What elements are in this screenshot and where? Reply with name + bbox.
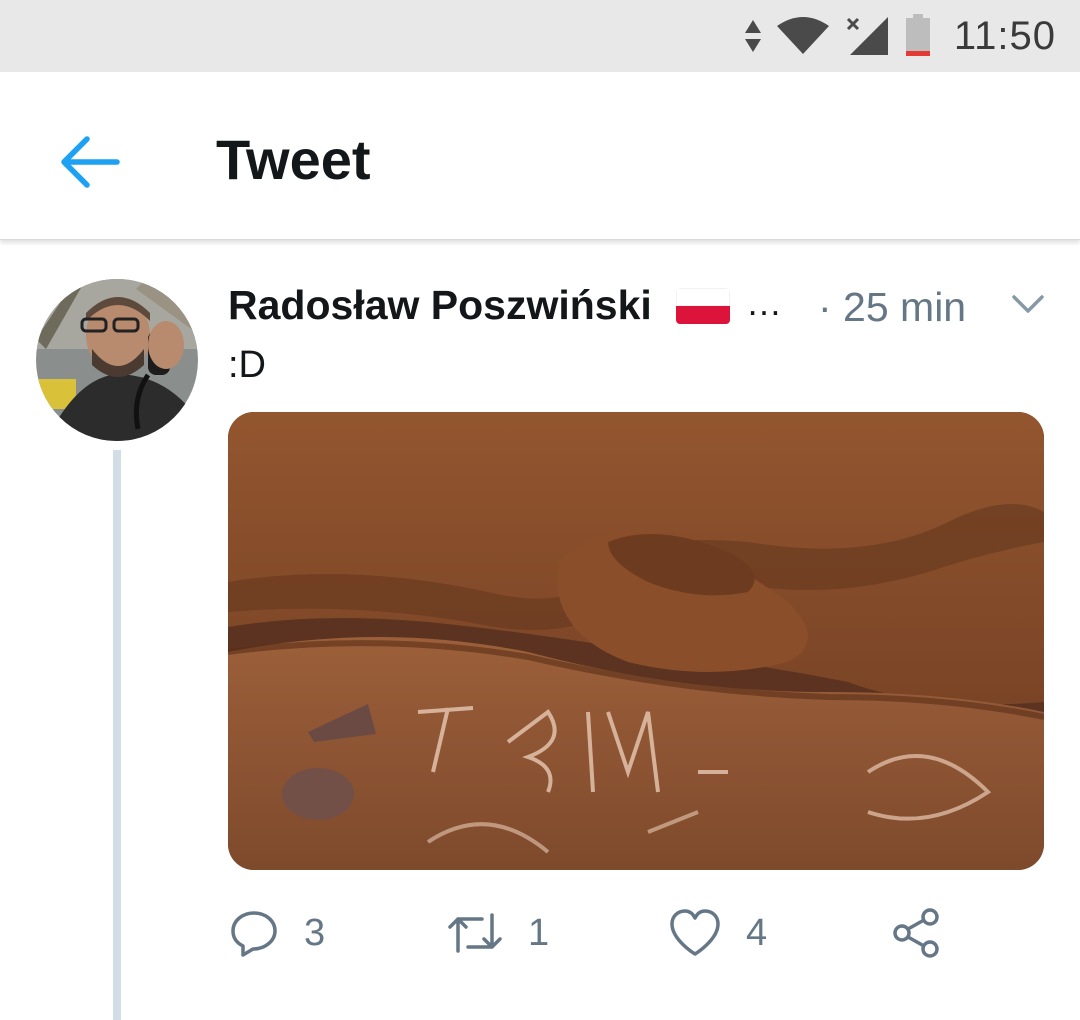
like-count: 4 xyxy=(746,911,768,954)
arrow-left-icon xyxy=(61,136,120,188)
thread-line xyxy=(113,450,121,1020)
retweet-button[interactable]: 1 xyxy=(446,900,549,966)
page-title: Tweet xyxy=(216,128,371,191)
battery-low-icon xyxy=(905,14,930,56)
app-bar: Tweet xyxy=(0,72,1080,240)
tweet-options-button[interactable] xyxy=(1008,286,1048,322)
tweet-text: :D xyxy=(228,344,266,386)
reply-icon xyxy=(231,911,277,957)
timestamp[interactable]: · 25 min xyxy=(818,284,966,331)
heart-icon xyxy=(670,909,720,956)
status-icons: 11:50 xyxy=(744,0,1056,72)
name-ellipsis: … xyxy=(746,282,782,323)
chevron-down-icon xyxy=(1012,295,1044,313)
tweet-media-image[interactable] xyxy=(228,412,1044,870)
wifi-icon xyxy=(776,17,829,54)
avatar[interactable] xyxy=(36,279,198,441)
tweet-header: Radosław Poszwiński … · 25 min xyxy=(228,282,1058,332)
author-name[interactable]: Radosław Poszwiński xyxy=(228,282,652,329)
retweet-icon xyxy=(448,913,502,953)
tweet-actions: 3 1 4 xyxy=(228,900,988,966)
poland-flag-icon xyxy=(676,288,730,324)
back-button[interactable] xyxy=(48,124,132,200)
reply-button[interactable]: 3 xyxy=(228,900,325,966)
status-time: 11:50 xyxy=(953,13,1056,58)
signal-no-service-icon xyxy=(846,17,888,55)
reply-count: 3 xyxy=(304,911,326,954)
like-button[interactable]: 4 xyxy=(668,900,767,966)
retweet-count: 1 xyxy=(528,911,550,954)
status-bar: 11:50 xyxy=(0,0,1080,72)
share-button[interactable] xyxy=(890,900,942,966)
share-icon xyxy=(893,908,939,958)
data-arrows-icon xyxy=(744,20,761,52)
